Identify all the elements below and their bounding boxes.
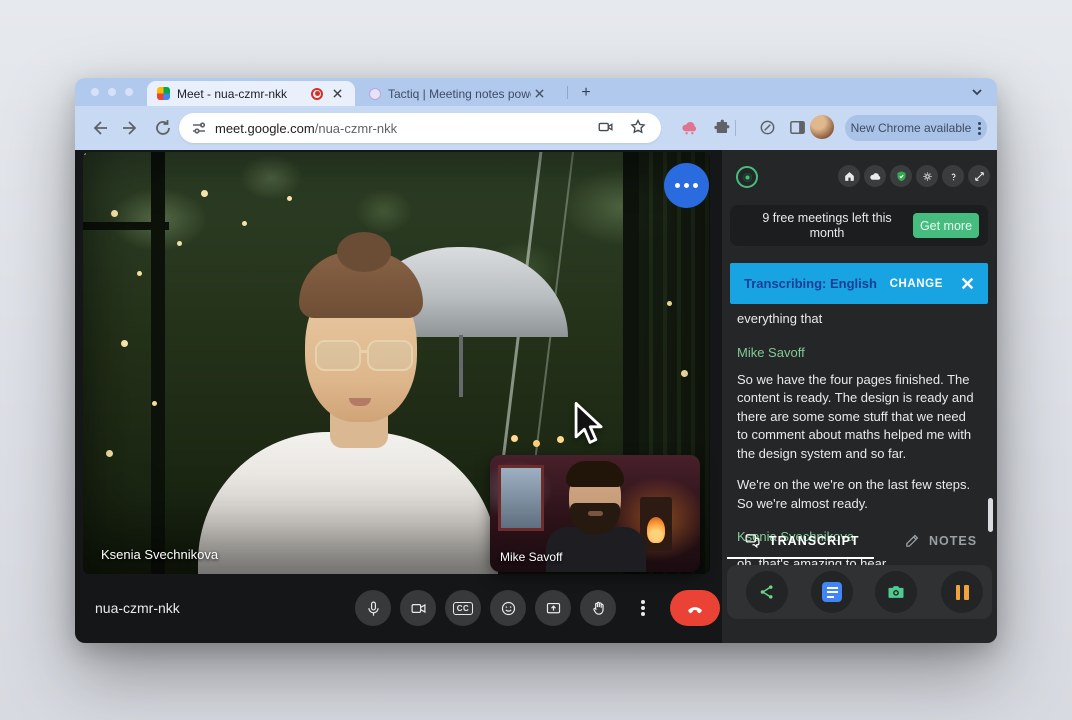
tab-notes[interactable]: NOTES [904, 532, 977, 549]
home-icon[interactable] [838, 165, 860, 187]
meet-content: Ksenia Svechnikova Mike Savoff nua-czmr-… [75, 150, 997, 643]
close-window-icon[interactable] [91, 88, 99, 96]
captions-icon: CC [452, 601, 474, 615]
mouse-cursor [574, 402, 603, 444]
close-tab-icon[interactable] [329, 86, 345, 102]
transcribing-banner: Transcribing: English CHANGE [730, 263, 988, 304]
notes-pencil-icon [906, 534, 919, 547]
meet-controls: CC [355, 590, 720, 626]
get-more-button[interactable]: Get more [913, 213, 979, 238]
tactiq-action-bar [727, 565, 992, 619]
transcript-chat-icon [745, 534, 760, 549]
settings-gear-icon[interactable] [916, 165, 938, 187]
tab-divider [567, 86, 568, 99]
pause-icon [955, 584, 969, 600]
screenshot-camera-icon [888, 586, 904, 598]
shield-check-icon[interactable] [890, 165, 912, 187]
help-icon[interactable] [942, 165, 964, 187]
tab-camera-icon[interactable] [597, 118, 617, 138]
tab-transcript[interactable]: TRANSCRIPT [744, 532, 860, 549]
bookmark-star-icon[interactable] [629, 118, 649, 138]
camera-button[interactable] [400, 590, 436, 626]
desktop-background: Meet - nua-czmr-nkk Tactiq | Meeting not… [0, 0, 1072, 720]
active-tab-underline [727, 557, 874, 559]
forward-icon[interactable] [121, 118, 141, 138]
recording-indicator-icon [311, 87, 323, 100]
free-meetings-text: 9 free meetings left this month [762, 211, 892, 240]
pause-button[interactable] [941, 571, 983, 613]
more-options-button[interactable] [625, 590, 661, 626]
new-chrome-label: New Chrome available [850, 121, 972, 135]
browser-toolbar: meet.google.com/nua-czmr-nkk New Chrome … [75, 106, 997, 150]
traffic-lights[interactable] [91, 88, 133, 96]
more-options-icon [641, 606, 645, 610]
site-info-icon[interactable] [191, 120, 207, 136]
extension-a-icon[interactable] [680, 118, 700, 138]
tab-strip: Meet - nua-czmr-nkk Tactiq | Meeting not… [75, 78, 997, 106]
url-text: meet.google.com/nua-czmr-nkk [215, 120, 398, 136]
transcript-scrollbar[interactable] [988, 498, 993, 532]
browser-window: Meet - nua-czmr-nkk Tactiq | Meeting not… [75, 78, 997, 643]
tactiq-floating-bubble[interactable] [664, 163, 709, 208]
end-call-icon [688, 607, 702, 614]
google-docs-button[interactable] [811, 571, 853, 613]
expand-icon[interactable] [968, 165, 990, 187]
meeting-code: nua-czmr-nkk [95, 600, 180, 616]
close-banner-icon[interactable] [961, 277, 988, 290]
tab-meet[interactable]: Meet - nua-czmr-nkk [147, 81, 355, 106]
screenshot-button[interactable] [875, 571, 917, 613]
present-button[interactable] [535, 590, 571, 626]
tab-tactiq[interactable]: Tactiq | Meeting notes powe [359, 81, 557, 106]
transcript-text: So we have the four pages finished. The … [737, 371, 974, 461]
transcript-text: We're on the we're on the last few steps… [737, 477, 971, 511]
cloud-icon[interactable] [864, 165, 886, 187]
reload-icon[interactable] [153, 118, 173, 138]
toolbar-divider [735, 120, 736, 136]
new-chrome-button[interactable]: New Chrome available [845, 115, 987, 141]
minimize-window-icon[interactable] [108, 88, 116, 96]
sidebar-header-icons [838, 165, 990, 187]
pip-video-tile[interactable]: Mike Savoff [490, 455, 700, 572]
change-language-button[interactable]: CHANGE [890, 278, 943, 290]
microphone-button[interactable] [355, 590, 391, 626]
transcript-text: everything that [737, 311, 823, 326]
close-tab-icon[interactable] [531, 86, 547, 102]
tactiq-sidebar: 9 free meetings left this month Get more… [722, 150, 997, 643]
tab-title: Tactiq | Meeting notes powe [388, 86, 531, 101]
browser-menu-icon[interactable] [978, 126, 982, 130]
new-tab-button[interactable]: + [575, 82, 597, 104]
profile-avatar[interactable] [810, 115, 834, 139]
transcript-speaker: Mike Savoff [737, 344, 805, 360]
raise-hand-button[interactable] [580, 590, 616, 626]
pip-name-label: Mike Savoff [500, 550, 563, 564]
participant-name-label: Ksenia Svechnikova [101, 547, 219, 562]
docs-icon [822, 582, 842, 602]
extensions-puzzle-icon[interactable] [712, 118, 732, 138]
tab-search-chevron-icon[interactable] [969, 84, 985, 100]
sidebar-tabs: TRANSCRIPT NOTES [722, 532, 997, 558]
captions-button[interactable]: CC [445, 590, 481, 626]
free-meetings-banner: 9 free meetings left this month Get more [730, 205, 988, 246]
maximize-window-icon[interactable] [125, 88, 133, 96]
tactiq-favicon-icon [369, 87, 381, 100]
meet-favicon-icon [157, 87, 170, 100]
transcribing-label: Transcribing: English [744, 276, 877, 291]
share-button[interactable] [746, 571, 788, 613]
tactiq-logo-icon [736, 166, 758, 188]
back-icon[interactable] [89, 118, 109, 138]
extension-b-icon[interactable] [758, 118, 778, 138]
address-bar[interactable]: meet.google.com/nua-czmr-nkk [179, 113, 661, 143]
tab-title: Meet - nua-czmr-nkk [177, 86, 288, 101]
end-call-button[interactable] [670, 590, 720, 626]
reactions-button[interactable] [490, 590, 526, 626]
side-panel-icon[interactable] [788, 118, 808, 138]
share-icon [760, 585, 773, 599]
